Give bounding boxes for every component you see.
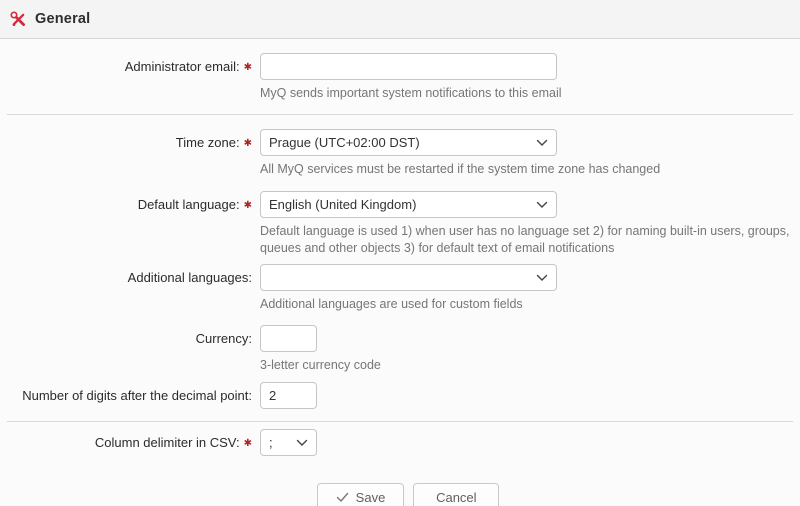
form-actions: Save Cancel xyxy=(0,483,800,506)
currency-label-cell: Currency: xyxy=(0,325,252,346)
default-language-value: English (United Kingdom) xyxy=(269,197,416,212)
additional-languages-select[interactable] xyxy=(260,264,557,291)
default-language-help: Default language is used 1) when user ha… xyxy=(260,223,797,257)
admin-email-label: Administrator email: xyxy=(125,59,240,74)
group-administrator: Administrator email: ✱ MyQ sends importan… xyxy=(0,39,800,114)
currency-help: 3-letter currency code xyxy=(260,357,381,374)
form-row-decimal-digits: Number of digits after the decimal point… xyxy=(0,382,800,409)
decimal-digits-label: Number of digits after the decimal point… xyxy=(22,388,252,403)
required-marker: ✱ xyxy=(244,438,252,449)
required-marker: ✱ xyxy=(244,200,252,211)
decimal-digits-input[interactable] xyxy=(260,382,317,409)
form-row-admin-email: Administrator email: ✱ MyQ sends importan… xyxy=(0,53,800,102)
chevron-down-icon xyxy=(536,139,548,147)
additional-languages-label-cell: Additional languages: xyxy=(0,264,252,285)
form-row-default-language: Default language: ✱ English (United Kingd… xyxy=(0,191,800,257)
section-header: General xyxy=(0,0,800,39)
time-zone-label: Time zone: xyxy=(176,135,240,150)
decimal-digits-label-cell: Number of digits after the decimal point… xyxy=(0,382,252,403)
save-button-label: Save xyxy=(356,490,386,505)
cancel-button-label: Cancel xyxy=(436,490,476,505)
chevron-down-icon xyxy=(296,439,308,447)
form-row-additional-languages: Additional languages: Additional languag… xyxy=(0,264,800,313)
currency-label: Currency: xyxy=(196,331,252,346)
time-zone-help: All MyQ services must be restarted if th… xyxy=(260,161,660,178)
time-zone-label-cell: Time zone: ✱ xyxy=(0,129,252,150)
chevron-down-icon xyxy=(536,201,548,209)
csv-delimiter-label: Column delimiter in CSV: xyxy=(95,435,240,450)
group-csv: Column delimiter in CSV: ✱ ; Save Cancel xyxy=(0,422,800,506)
required-marker: ✱ xyxy=(244,138,252,149)
csv-delimiter-value: ; xyxy=(269,435,273,450)
default-language-label: Default language: xyxy=(138,197,240,212)
additional-languages-label: Additional languages: xyxy=(128,270,252,285)
required-marker: ✱ xyxy=(244,62,252,73)
general-settings-page: General Administrator email: ✱ MyQ sends … xyxy=(0,0,800,506)
group-localization: Time zone: ✱ Prague (UTC+02:00 DST) All M… xyxy=(0,115,800,421)
form-row-currency: Currency: 3-letter currency code xyxy=(0,325,800,374)
default-language-label-cell: Default language: ✱ xyxy=(0,191,252,212)
csv-delimiter-select[interactable]: ; xyxy=(260,429,317,456)
checkmark-icon xyxy=(336,492,349,503)
chevron-down-icon xyxy=(536,274,548,282)
default-language-select[interactable]: English (United Kingdom) xyxy=(260,191,557,218)
currency-input[interactable] xyxy=(260,325,317,352)
tools-icon xyxy=(10,11,27,28)
save-button[interactable]: Save xyxy=(317,483,405,506)
form-row-csv-delimiter: Column delimiter in CSV: ✱ ; xyxy=(0,429,800,456)
admin-email-label-cell: Administrator email: ✱ xyxy=(0,53,252,74)
page-title: General xyxy=(35,11,90,27)
form-row-time-zone: Time zone: ✱ Prague (UTC+02:00 DST) All M… xyxy=(0,129,800,178)
time-zone-value: Prague (UTC+02:00 DST) xyxy=(269,135,420,150)
additional-languages-help: Additional languages are used for custom… xyxy=(260,296,557,313)
cancel-button[interactable]: Cancel xyxy=(413,483,499,506)
admin-email-input[interactable] xyxy=(260,53,557,80)
time-zone-select[interactable]: Prague (UTC+02:00 DST) xyxy=(260,129,557,156)
csv-delimiter-label-cell: Column delimiter in CSV: ✱ xyxy=(0,429,252,450)
admin-email-help: MyQ sends important system notifications… xyxy=(260,85,562,102)
